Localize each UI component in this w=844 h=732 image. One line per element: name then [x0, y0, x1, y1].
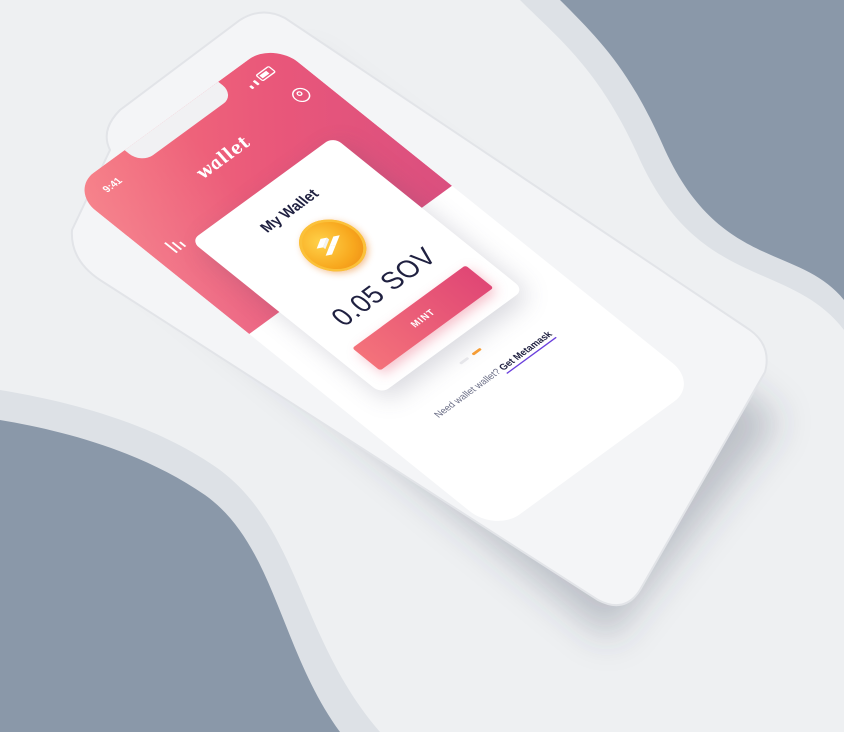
gold-bars-icon [316, 235, 340, 256]
device-mockup: 9:41 wallet My Wallet 0.05 SOV MINT Need… [0, 0, 844, 732]
signal-icon [252, 79, 260, 86]
page-dot[interactable] [458, 356, 470, 365]
get-metamask-link[interactable]: Get Metamask [496, 328, 557, 374]
coin-logo-icon [285, 208, 381, 283]
battery-icon [255, 65, 277, 82]
signal-icon [249, 85, 255, 90]
status-icons [245, 65, 277, 90]
page-dot-active[interactable] [471, 347, 482, 356]
